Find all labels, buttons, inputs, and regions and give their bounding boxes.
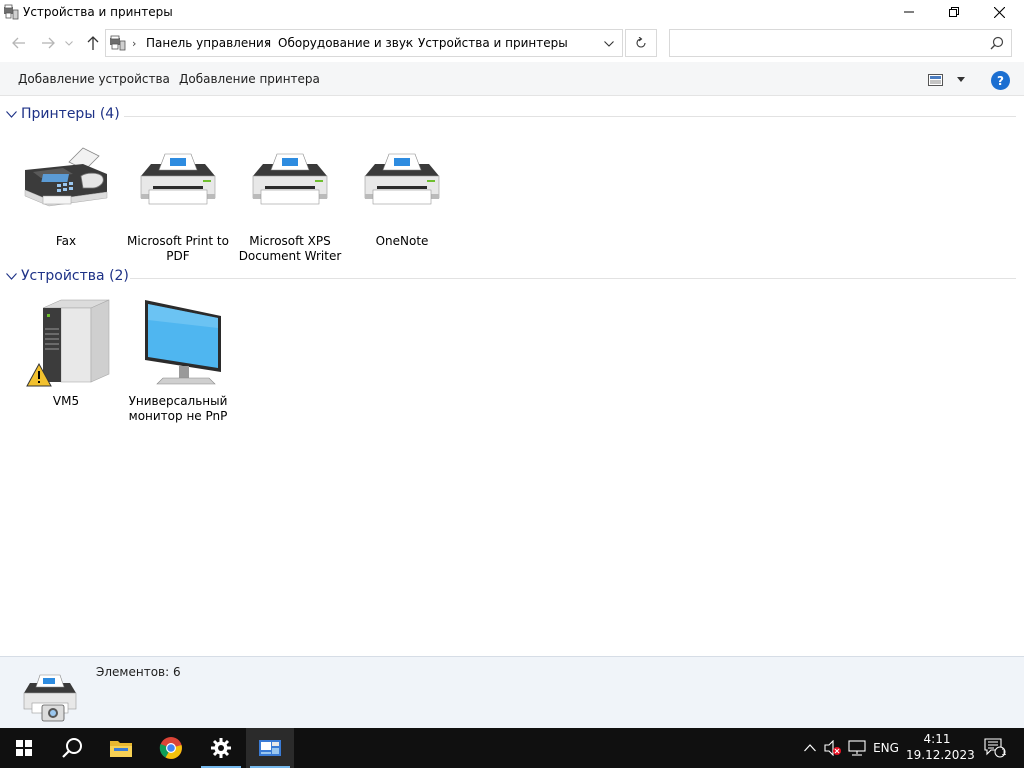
device-label: OneNote (375, 234, 429, 248)
input-language-button[interactable]: ENG (870, 728, 902, 768)
view-options-icon (928, 74, 943, 86)
taskbar-file-explorer[interactable] (97, 728, 145, 768)
address-history-dropdown[interactable] (598, 34, 620, 54)
device-label: Универсальный монитор не PnP (128, 394, 228, 423)
search-box[interactable] (669, 29, 1012, 57)
device-item-microsoft-print-to-pdf[interactable]: Microsoft Print to PDF (123, 146, 233, 264)
breadcrumb-devices-printers[interactable]: Устройства и принтеры (418, 36, 568, 50)
device-item-microsoft-xps-document-writer[interactable]: Microsoft XPS Document Writer (235, 146, 345, 264)
recent-locations-button[interactable] (62, 33, 76, 53)
chevron-down-icon (6, 111, 17, 118)
close-button[interactable] (976, 0, 1022, 24)
devices-printers-icon (23, 674, 77, 722)
taskbar-search-button[interactable] (48, 728, 96, 768)
title-bar: Устройства и принтеры (0, 0, 1024, 24)
device-item-fax[interactable]: Fax (11, 146, 121, 249)
change-view-button[interactable] (928, 71, 970, 89)
show-hidden-icons-button[interactable] (800, 728, 820, 768)
search-icon (62, 738, 82, 758)
device-label: VM5 (52, 394, 80, 408)
up-button[interactable] (82, 33, 104, 53)
device-label: Microsoft XPS Document Writer (238, 234, 342, 263)
minimize-button[interactable] (886, 0, 932, 24)
search-input[interactable] (676, 33, 976, 53)
restore-button[interactable] (931, 0, 977, 24)
add-device-button[interactable]: Добавление устройства (18, 72, 170, 86)
group-divider (124, 116, 1016, 117)
clock-time: 4:11 (923, 732, 951, 746)
chrome-icon (159, 737, 182, 759)
taskbar: ENG 4:11 19.12.2023 1 (0, 728, 1024, 768)
notification-count: 1 (1001, 748, 1007, 758)
forward-button[interactable] (37, 33, 59, 53)
back-button[interactable] (8, 33, 30, 53)
monitor-icon (145, 300, 221, 385)
breadcrumb-hardware-sound[interactable]: Оборудование и звук (278, 36, 413, 50)
device-label: Microsoft Print to PDF (127, 234, 229, 263)
taskbar-devices-printers[interactable] (246, 728, 294, 768)
refresh-button[interactable] (625, 29, 657, 57)
window-title: Устройства и принтеры (23, 5, 173, 19)
start-icon (16, 740, 32, 756)
help-button[interactable]: ? (991, 71, 1010, 90)
arrow-up-icon (87, 36, 99, 50)
item-count-text: Элементов: 6 (96, 665, 181, 679)
group-divider (130, 278, 1016, 279)
start-button[interactable] (0, 728, 48, 768)
restore-icon (949, 7, 959, 17)
devices-printers-icon (259, 740, 281, 756)
clock-date: 19.12.2023 (906, 748, 975, 762)
taskbar-chrome[interactable] (147, 728, 195, 768)
taskbar-settings[interactable] (197, 728, 245, 768)
breadcrumb-control-panel[interactable]: Панель управления (146, 36, 271, 50)
close-icon (993, 6, 1005, 18)
settings-icon (211, 738, 231, 758)
action-center-button[interactable]: 1 (978, 728, 1012, 768)
breadcrumb-separator[interactable]: › (132, 37, 136, 50)
arrow-left-icon (12, 37, 25, 49)
device-item-generic-monitor[interactable]: Универсальный монитор не PnP (123, 298, 233, 424)
computer-warning-icon (26, 299, 110, 387)
devices-printers-icon (4, 4, 19, 20)
devices-group-title: Устройства (2) (21, 268, 129, 284)
printer-icon (364, 153, 440, 205)
network-button[interactable] (846, 728, 868, 768)
volume-muted-icon (824, 740, 841, 756)
breadcrumb-separator[interactable]: › (266, 37, 270, 50)
printer-icon (252, 153, 328, 205)
chevron-down-icon (6, 273, 17, 280)
device-item-vm5[interactable]: VM5 (11, 298, 121, 409)
printer-icon (140, 153, 216, 205)
navigation-bar: › Панель управления › Оборудование и зву… (0, 24, 1024, 62)
file-explorer-icon (110, 741, 132, 757)
add-printer-button[interactable]: Добавление принтера (179, 72, 320, 86)
details-pane: Элементов: 6 (0, 656, 1024, 728)
printers-group-header[interactable]: Принтеры (4) (0, 105, 1024, 127)
devices-group-header[interactable]: Устройства (2) (0, 267, 1024, 289)
device-item-onenote[interactable]: OneNote (347, 146, 457, 249)
printers-group-title: Принтеры (4) (21, 106, 120, 122)
breadcrumb-separator[interactable]: › (405, 37, 409, 50)
chevron-down-icon (604, 41, 614, 47)
minimize-icon (904, 11, 914, 13)
language-indicator: ENG (873, 741, 899, 755)
refresh-icon (636, 37, 646, 48)
command-bar: Добавление устройства Добавление принтер… (0, 62, 1024, 96)
devices-content-area: Принтеры (4) Fax Microsoft Print to PDF … (0, 96, 1024, 656)
volume-button[interactable] (822, 728, 844, 768)
fax-icon (24, 147, 108, 207)
address-bar[interactable]: › Панель управления › Оборудование и зву… (105, 29, 623, 57)
arrow-right-icon (42, 37, 55, 49)
chevron-down-icon (957, 77, 965, 82)
control-panel-icon (110, 35, 126, 51)
network-icon (848, 740, 866, 756)
chevron-down-icon (65, 40, 73, 46)
clock[interactable]: 4:11 19.12.2023 (906, 731, 975, 763)
device-label: Fax (55, 234, 77, 248)
chevron-up-icon (804, 744, 816, 752)
search-icon[interactable] (990, 36, 1004, 50)
